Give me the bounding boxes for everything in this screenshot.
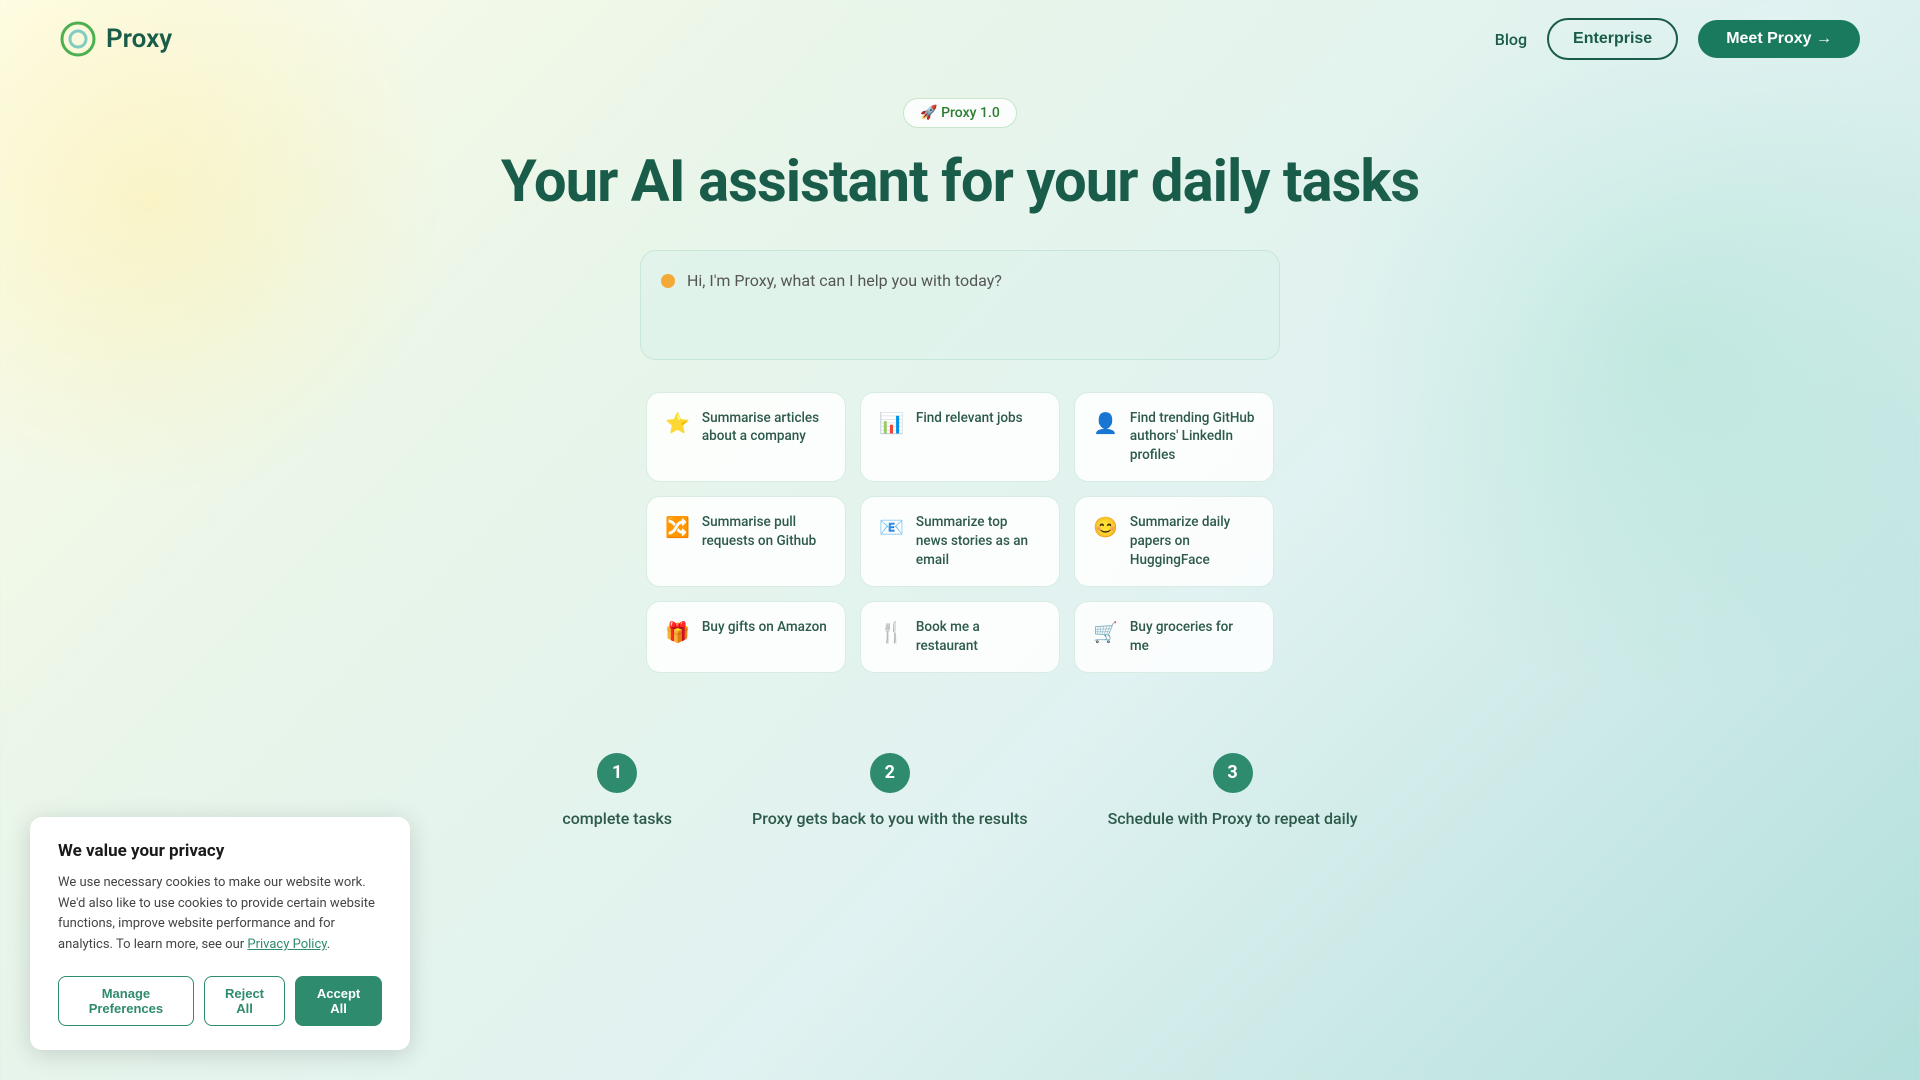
- cookie-banner: We value your privacy We use necessary c…: [30, 817, 410, 1050]
- suggestion-text: Summarize daily papers on HuggingFace: [1130, 513, 1255, 570]
- suggestion-icon: 👤: [1093, 411, 1118, 435]
- suggestion-text: Find relevant jobs: [916, 409, 1023, 428]
- meet-proxy-button[interactable]: Meet Proxy →: [1698, 20, 1860, 58]
- step-text: Proxy gets back to you with the results: [752, 809, 1028, 828]
- suggestion-icon: 🔀: [665, 515, 690, 539]
- suggestion-icon: 📧: [879, 515, 904, 539]
- suggestion-card[interactable]: 🔀 Summarise pull requests on Github: [646, 496, 846, 587]
- chat-placeholder: Hi, I'm Proxy, what can I help you with …: [687, 271, 1002, 290]
- step-number: 3: [1213, 753, 1253, 793]
- manage-preferences-button[interactable]: Manage Preferences: [58, 976, 194, 1026]
- cookie-body: We use necessary cookies to make our web…: [58, 873, 382, 956]
- badge-text: 🚀 Proxy 1.0: [920, 105, 1000, 121]
- hero-title: Your AI assistant for your daily tasks: [20, 148, 1900, 218]
- step-item: 1 complete tasks: [562, 753, 672, 828]
- suggestion-card[interactable]: 📧 Summarize top news stories as an email: [860, 496, 1060, 587]
- suggestion-text: Summarize top news stories as an email: [916, 513, 1041, 570]
- suggestion-icon: 🛒: [1093, 620, 1118, 644]
- suggestion-icon: 🎁: [665, 620, 690, 644]
- suggestion-card[interactable]: 👤 Find trending GitHub authors' LinkedIn …: [1074, 392, 1274, 483]
- hero-section: 🚀 Proxy 1.0 Your AI assistant for your d…: [0, 78, 1920, 673]
- logo-icon: [60, 21, 96, 57]
- cookie-buttons: Manage Preferences Reject All Accept All: [58, 976, 382, 1026]
- accept-all-button[interactable]: Accept All: [295, 976, 382, 1026]
- suggestion-text: Book me a restaurant: [916, 618, 1041, 656]
- suggestion-text: Buy groceries for me: [1130, 618, 1255, 656]
- nav-right: Blog Enterprise Meet Proxy →: [1495, 18, 1860, 60]
- suggestion-text: Buy gifts on Amazon: [702, 618, 827, 637]
- chat-status-dot: [661, 274, 675, 288]
- step-number: 1: [597, 753, 637, 793]
- logo-text: Proxy: [106, 24, 172, 54]
- suggestion-icon: ⭐: [665, 411, 690, 435]
- chat-input-container[interactable]: Hi, I'm Proxy, what can I help you with …: [640, 250, 1280, 360]
- blog-link[interactable]: Blog: [1495, 30, 1527, 49]
- privacy-policy-link[interactable]: Privacy Policy: [247, 937, 326, 952]
- suggestion-text: Summarise articles about a company: [702, 409, 827, 447]
- logo-link[interactable]: Proxy: [60, 21, 172, 57]
- suggestion-card[interactable]: 🎁 Buy gifts on Amazon: [646, 601, 846, 673]
- suggestion-card[interactable]: 🛒 Buy groceries for me: [1074, 601, 1274, 673]
- reject-all-button[interactable]: Reject All: [204, 976, 285, 1026]
- step-item: 3 Schedule with Proxy to repeat daily: [1108, 753, 1358, 828]
- suggestion-card[interactable]: ⭐ Summarise articles about a company: [646, 392, 846, 483]
- step-number: 2: [870, 753, 910, 793]
- cookie-title: We value your privacy: [58, 841, 382, 861]
- suggestion-icon: 🍴: [879, 620, 904, 644]
- step-text: Schedule with Proxy to repeat daily: [1108, 809, 1358, 828]
- version-badge: 🚀 Proxy 1.0: [903, 98, 1017, 128]
- cookie-body-text: We use necessary cookies to make our web…: [58, 875, 375, 952]
- suggestion-icon: 📊: [879, 411, 904, 435]
- suggestion-text: Summarise pull requests on Github: [702, 513, 827, 551]
- enterprise-button[interactable]: Enterprise: [1547, 18, 1678, 60]
- step-item: 2 Proxy gets back to you with the results: [752, 753, 1028, 828]
- navbar: Proxy Blog Enterprise Meet Proxy →: [0, 0, 1920, 78]
- suggestion-card[interactable]: 😊 Summarize daily papers on HuggingFace: [1074, 496, 1274, 587]
- suggestion-card[interactable]: 🍴 Book me a restaurant: [860, 601, 1060, 673]
- suggestions-grid: ⭐ Summarise articles about a company 📊 Find…: [620, 392, 1300, 673]
- suggestion-icon: 😊: [1093, 515, 1118, 539]
- suggestion-text: Find trending GitHub authors' LinkedIn p…: [1130, 409, 1255, 466]
- step-text: complete tasks: [562, 809, 672, 828]
- suggestion-card[interactable]: 📊 Find relevant jobs: [860, 392, 1060, 483]
